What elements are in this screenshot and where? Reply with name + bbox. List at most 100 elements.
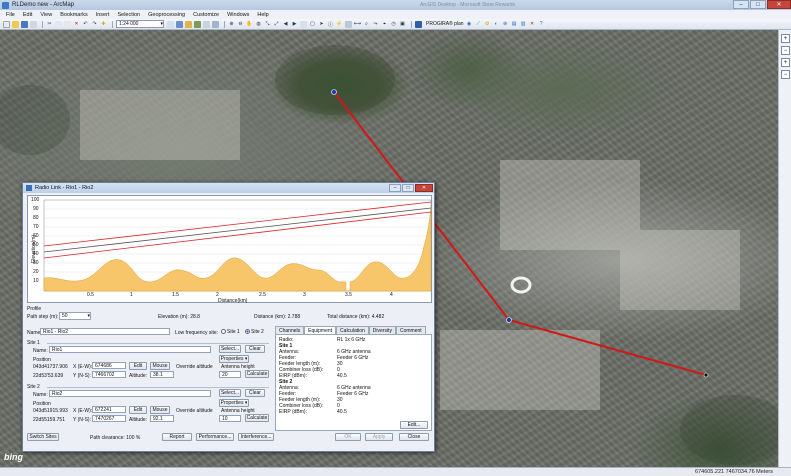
site2-name-input[interactable]: Rio2: [49, 390, 211, 397]
tab-channels[interactable]: Channels: [275, 326, 305, 334]
site2-calculate-button[interactable]: Calculate: [245, 414, 269, 422]
site1-antenna-height-input[interactable]: 20: [219, 371, 241, 378]
close-button[interactable]: Close: [399, 433, 429, 441]
tab-diversity[interactable]: Diversity: [368, 326, 396, 334]
python-window-icon[interactable]: [212, 20, 219, 28]
site2-x-input[interactable]: 672241: [92, 406, 126, 413]
performance-button[interactable]: Performance...: [196, 433, 234, 441]
zoom-out-icon[interactable]: −: [781, 46, 790, 55]
fixed-zoom-out-icon[interactable]: ⤢: [273, 21, 280, 28]
menu-help[interactable]: Help: [257, 12, 268, 18]
menu-windows[interactable]: Windows: [227, 12, 249, 18]
path-step-select[interactable]: 50 ▾: [59, 312, 91, 320]
paste-icon[interactable]: [64, 20, 71, 28]
tab-calculation[interactable]: Calculation: [336, 326, 369, 334]
back-extent-icon[interactable]: ◀: [282, 21, 289, 28]
menu-insert[interactable]: Insert: [96, 12, 110, 18]
progira-logo-icon[interactable]: [415, 20, 422, 28]
progira-help-icon[interactable]: ?: [538, 21, 545, 28]
switch-sites-button[interactable]: Switch Sites: [27, 433, 59, 441]
zoom-out-icon[interactable]: ⊖: [237, 21, 244, 28]
site1-override-altitude-label[interactable]: Override altitude: [176, 364, 213, 370]
ok-button[interactable]: OK: [335, 433, 361, 441]
site-marker-rio1[interactable]: [506, 317, 512, 323]
open-folder-icon[interactable]: [12, 20, 19, 28]
cut-icon[interactable]: ✂: [46, 21, 53, 28]
progira-coverage-icon[interactable]: ◐: [493, 21, 500, 28]
undo-icon[interactable]: ↶: [82, 21, 89, 28]
site1-y-input[interactable]: 7466702: [92, 371, 126, 378]
catalog-icon[interactable]: [185, 20, 192, 28]
minimize-icon[interactable]: –: [733, 0, 749, 9]
zoom-in-icon[interactable]: ⊕: [228, 21, 235, 28]
low-freq-site2-radio[interactable]: Site 2: [245, 329, 264, 335]
site-marker-rio2[interactable]: [331, 89, 337, 95]
progira-globe-icon[interactable]: ⊕: [502, 21, 509, 28]
site2-antenna-height-input[interactable]: 10: [219, 415, 241, 422]
site2-y-input[interactable]: 7470267: [92, 415, 126, 422]
progira-report-icon[interactable]: ▥: [520, 21, 527, 28]
menu-file[interactable]: File: [6, 12, 15, 18]
site-marker-3[interactable]: [703, 372, 709, 378]
fixed-zoom-in-icon[interactable]: ⤡: [264, 21, 271, 28]
menu-view[interactable]: View: [40, 12, 52, 18]
apply-button[interactable]: Apply: [365, 433, 393, 441]
menu-bookmarks[interactable]: Bookmarks: [60, 12, 88, 18]
clear-selection-icon[interactable]: ▢: [309, 21, 316, 28]
site1-clear-button[interactable]: Clear: [245, 345, 265, 353]
time-slider-icon[interactable]: ◷: [390, 21, 397, 28]
arctoolbox-icon[interactable]: [203, 20, 210, 28]
menu-geoprocessing[interactable]: Geoprocessing: [148, 12, 185, 18]
redo-icon[interactable]: ↷: [91, 21, 98, 28]
menu-selection[interactable]: Selection: [117, 12, 140, 18]
report-button[interactable]: Report: [162, 433, 192, 441]
zoom-in-icon[interactable]: +: [781, 58, 790, 67]
site1-properties-button[interactable]: Properties ▾: [219, 355, 249, 363]
dialog-titlebar[interactable]: Radio Link - Rio1 - Rio2: [23, 183, 434, 193]
site2-properties-button[interactable]: Properties ▾: [219, 399, 249, 407]
site1-name-input[interactable]: Rio1: [49, 346, 211, 353]
save-icon[interactable]: [21, 20, 28, 28]
full-extent-icon[interactable]: ◍: [255, 21, 262, 28]
add-data-icon[interactable]: ✚: [100, 21, 107, 28]
minimize-icon[interactable]: –: [389, 184, 401, 192]
find-icon[interactable]: ⌕: [363, 21, 370, 28]
go-to-xy-icon[interactable]: ⌖: [381, 21, 388, 28]
select-features-icon[interactable]: [300, 20, 307, 28]
progira-settings-icon[interactable]: ⚙: [484, 21, 491, 28]
select-elements-icon[interactable]: ➤: [318, 21, 325, 28]
progira-database-icon[interactable]: ▤: [511, 21, 518, 28]
progira-radio-link-icon[interactable]: ⟋: [475, 21, 482, 28]
print-icon[interactable]: [30, 20, 37, 28]
progira-new-site-icon[interactable]: ◉: [466, 21, 473, 28]
equipment-edit-button[interactable]: Edit...: [400, 421, 428, 429]
copy-icon[interactable]: [55, 20, 62, 28]
site1-select-button[interactable]: Select...: [219, 345, 241, 353]
tab-equipment[interactable]: Equipment: [304, 326, 337, 334]
delete-icon[interactable]: ✕: [73, 21, 80, 28]
hyperlink-icon[interactable]: ⚡: [336, 21, 343, 28]
tab-comment[interactable]: Comment: [395, 326, 426, 334]
site2-mouse-button[interactable]: Mouse: [150, 406, 170, 414]
forward-extent-icon[interactable]: ▶: [291, 21, 298, 28]
maximize-icon[interactable]: □: [750, 0, 766, 9]
site1-edit-button[interactable]: Edit: [129, 362, 147, 370]
measure-icon[interactable]: ⟷: [354, 21, 361, 28]
table-of-contents-icon[interactable]: [176, 20, 183, 28]
site2-altitude-input[interactable]: 92.1: [150, 415, 174, 422]
zoom-out-icon[interactable]: −: [781, 70, 790, 79]
link-name-input[interactable]: Rio1 - Rio2: [40, 328, 170, 335]
zoom-in-icon[interactable]: +: [781, 34, 790, 43]
interference-button[interactable]: Interference...: [238, 433, 274, 441]
menu-edit[interactable]: Edit: [23, 12, 32, 18]
new-document-icon[interactable]: [3, 20, 10, 28]
create-viewer-window-icon[interactable]: ▣: [399, 21, 406, 28]
site2-edit-button[interactable]: Edit: [129, 406, 147, 414]
site2-select-button[interactable]: Select...: [219, 389, 241, 397]
maximize-icon[interactable]: □: [402, 184, 414, 192]
map-scale-dropdown[interactable]: 1:24 000 ▾: [116, 20, 164, 28]
site2-clear-button[interactable]: Clear: [245, 389, 265, 397]
terrain-profile-chart[interactable]: 100 90 80 70 60 50 40 30 20 10 Elevation…: [27, 195, 432, 304]
find-route-icon[interactable]: ⤳: [372, 21, 379, 28]
editor-icon[interactable]: [167, 20, 174, 28]
